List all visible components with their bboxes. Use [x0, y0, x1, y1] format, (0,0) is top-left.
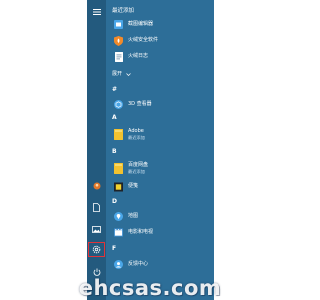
app-label: 火绒安全软件 — [128, 37, 159, 43]
app-item-screenshot-editor[interactable]: 截图编辑器 — [114, 18, 214, 31]
app-item-feedback-hub[interactable]: 反馈中心 — [114, 258, 214, 271]
start-menu-panel: 最近添加 截图编辑器 火绒安全软件 火绒日志 展开 # 3D 查看器 A Ado… — [87, 0, 214, 300]
app-item-baidu-netdisk[interactable]: 百度网盘 最近添加 — [114, 162, 214, 175]
app-label: 便笺 — [128, 183, 139, 189]
watermark-text: ehcsas.com — [78, 276, 222, 300]
app-item-huorong-security[interactable]: 火绒安全软件 — [114, 34, 214, 47]
log-file-icon — [114, 51, 123, 62]
section-header-d[interactable]: D — [112, 198, 117, 206]
screenshot-editor-icon — [114, 19, 123, 30]
app-item-huorong-log[interactable]: 火绒日志 — [114, 50, 214, 63]
gear-icon — [92, 245, 101, 254]
shield-icon — [114, 35, 123, 46]
expand-recent-button[interactable]: 展开 — [112, 70, 131, 79]
maps-icon — [114, 211, 123, 222]
hamburger-menu-button[interactable] — [90, 6, 103, 17]
feedback-hub-icon — [114, 259, 123, 270]
pictures-button[interactable] — [90, 224, 103, 235]
app-item-sticky-notes[interactable]: 便笺 — [114, 180, 214, 193]
app-label: 反馈中心 — [128, 261, 149, 267]
section-header-hash[interactable]: # — [112, 86, 117, 94]
sticky-notes-icon — [114, 181, 123, 192]
app-label: 截图编辑器 — [128, 21, 154, 27]
movie-clapper-icon — [114, 227, 123, 238]
expand-label: 展开 — [112, 71, 123, 77]
user-avatar-icon — [93, 182, 100, 189]
app-item-3d-viewer[interactable]: 3D 查看器 — [114, 98, 214, 111]
section-header-b[interactable]: B — [112, 148, 117, 156]
3d-viewer-icon — [114, 99, 123, 110]
app-list: 最近添加 截图编辑器 火绒安全软件 火绒日志 展开 # 3D 查看器 A Ado… — [106, 0, 214, 300]
user-account-button[interactable] — [90, 180, 103, 191]
document-icon — [93, 203, 100, 212]
start-menu-rail — [87, 0, 106, 300]
app-label: 地图 — [128, 213, 139, 219]
hamburger-icon — [92, 8, 101, 15]
app-sublabel: 最近添加 — [128, 135, 145, 140]
app-sublabel: 最近添加 — [128, 169, 145, 174]
folder-icon — [114, 163, 123, 174]
documents-button[interactable] — [90, 202, 103, 213]
folder-icon — [114, 129, 123, 140]
app-item-maps[interactable]: 地图 — [114, 210, 214, 223]
pictures-icon — [92, 226, 101, 233]
section-header-recent: 最近添加 — [112, 8, 135, 14]
app-label: 百度网盘 — [128, 162, 149, 168]
app-label: 火绒日志 — [128, 53, 149, 59]
app-item-movies-tv[interactable]: 电影和电视 — [114, 226, 214, 239]
section-header-a[interactable]: A — [112, 114, 117, 122]
app-label: 3D 查看器 — [128, 101, 152, 107]
app-label: 电影和电视 — [128, 229, 154, 235]
app-item-adobe[interactable]: Adobe 最近添加 — [114, 128, 214, 141]
app-label: Adobe — [128, 128, 144, 134]
section-header-f[interactable]: F — [112, 245, 116, 253]
chevron-down-icon — [126, 73, 131, 76]
settings-button[interactable] — [88, 242, 105, 257]
power-icon — [93, 268, 100, 276]
